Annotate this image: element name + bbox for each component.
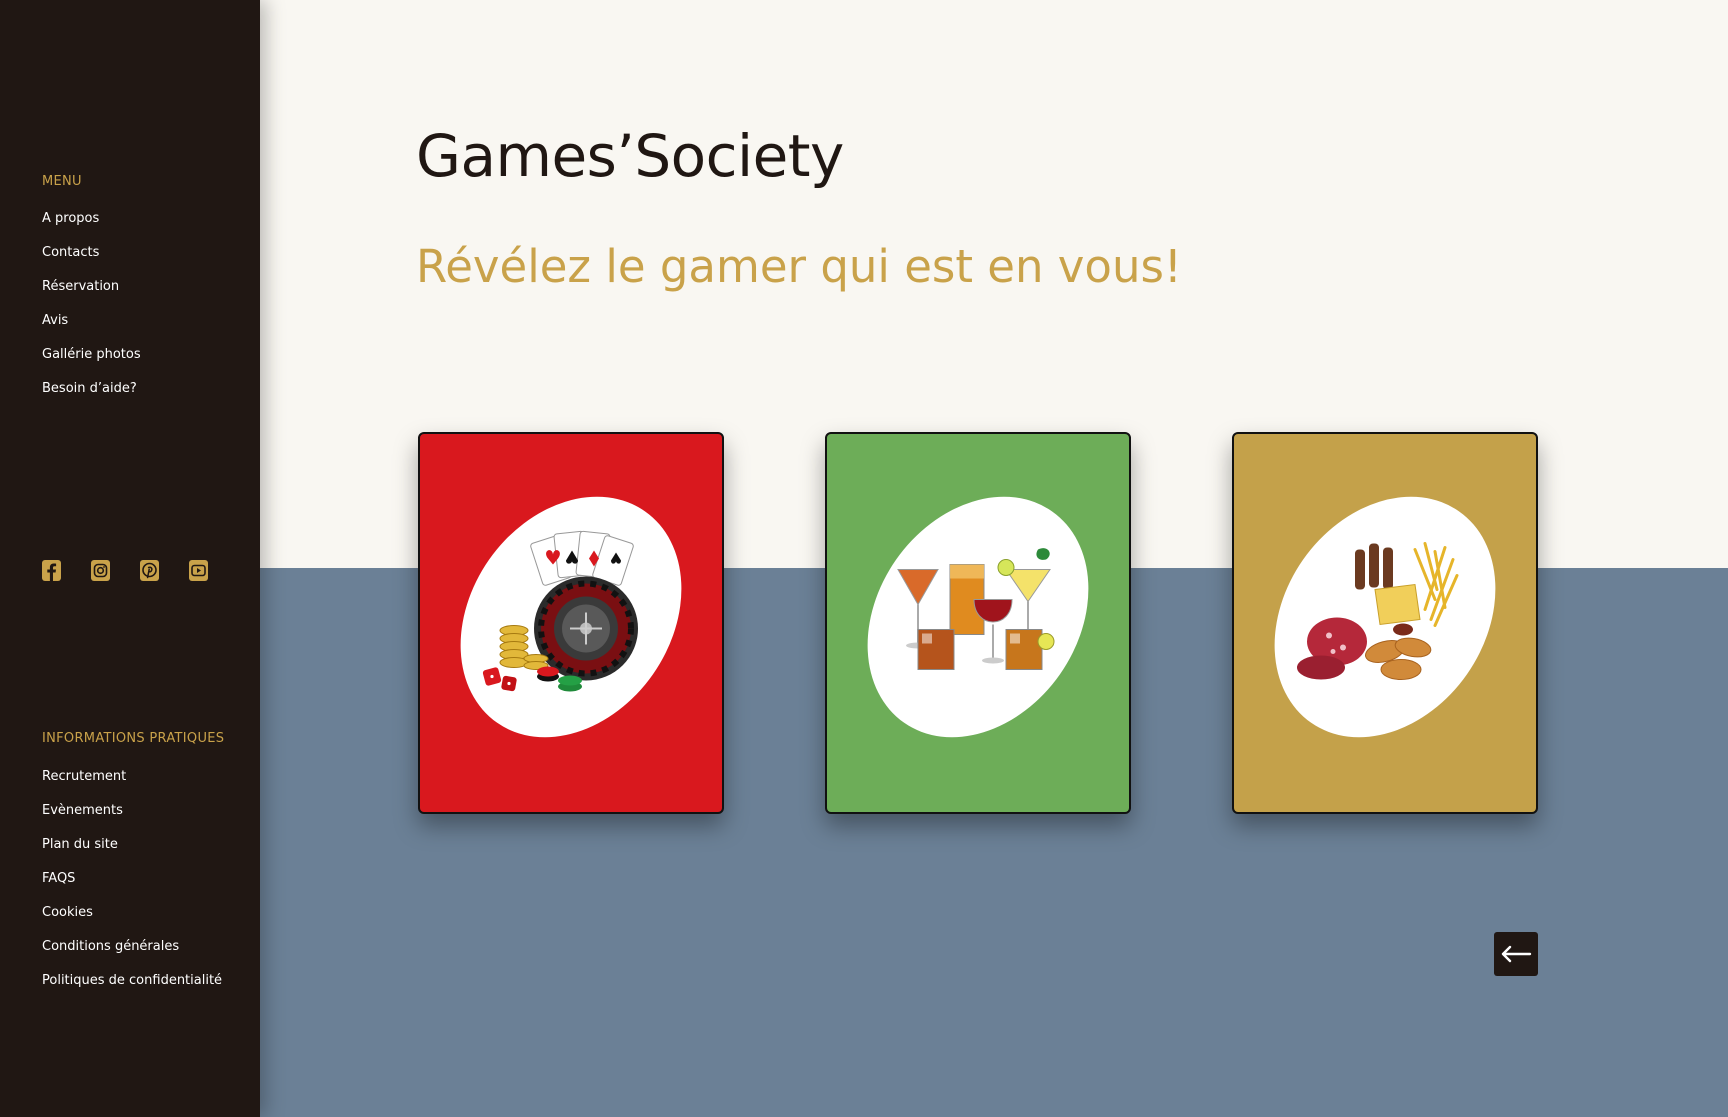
arrow-left-icon — [1501, 945, 1532, 963]
food-card[interactable] — [1232, 432, 1538, 814]
casino-games-card[interactable] — [418, 432, 724, 814]
info-heading: INFORMATIONS PRATIQUES — [42, 731, 225, 746]
info-item-recrutement[interactable]: Recrutement — [42, 769, 222, 803]
facebook-icon[interactable] — [42, 560, 61, 581]
info-item-faqs[interactable]: FAQS — [42, 871, 222, 905]
menu-item-reservation[interactable]: Réservation — [42, 279, 141, 313]
cocktail-drinks-icon — [897, 548, 1055, 670]
page-subtitle: Révélez le gamer qui est en vous! — [416, 240, 1182, 293]
pinterest-icon[interactable] — [140, 560, 159, 581]
menu-item-a-propos[interactable]: A propos — [42, 211, 141, 245]
drinks-card[interactable] — [825, 432, 1131, 814]
youtube-icon[interactable] — [189, 560, 208, 581]
back-button[interactable] — [1494, 932, 1538, 976]
menu-heading: MENU — [42, 174, 82, 189]
info-item-cookies[interactable]: Cookies — [42, 905, 222, 939]
menu-item-avis[interactable]: Avis — [42, 313, 141, 347]
menu-item-besoin-aide[interactable]: Besoin d’aide? — [42, 381, 141, 415]
page: MENU A propos Contacts Réservation Avis … — [0, 0, 1728, 1117]
menu-item-contacts[interactable]: Contacts — [42, 245, 141, 279]
info-item-politiques-confidentialite[interactable]: Politiques de confidentialité — [42, 973, 222, 1007]
info-item-evenements[interactable]: Evènements — [42, 803, 222, 837]
sidebar: MENU A propos Contacts Réservation Avis … — [0, 0, 260, 1117]
casino-roulette-cards-chips-icon — [482, 530, 638, 692]
menu-list: A propos Contacts Réservation Avis Gallé… — [42, 211, 141, 415]
food-platter-icon — [1297, 542, 1459, 680]
menu-item-gallerie-photos[interactable]: Gallérie photos — [42, 347, 141, 381]
info-list: Recrutement Evènements Plan du site FAQS… — [42, 769, 222, 1007]
info-item-conditions-generales[interactable]: Conditions générales — [42, 939, 222, 973]
instagram-icon[interactable] — [91, 560, 110, 581]
page-title: Games’Society — [416, 122, 844, 190]
info-item-plan-du-site[interactable]: Plan du site — [42, 837, 222, 871]
social-links — [42, 560, 208, 581]
